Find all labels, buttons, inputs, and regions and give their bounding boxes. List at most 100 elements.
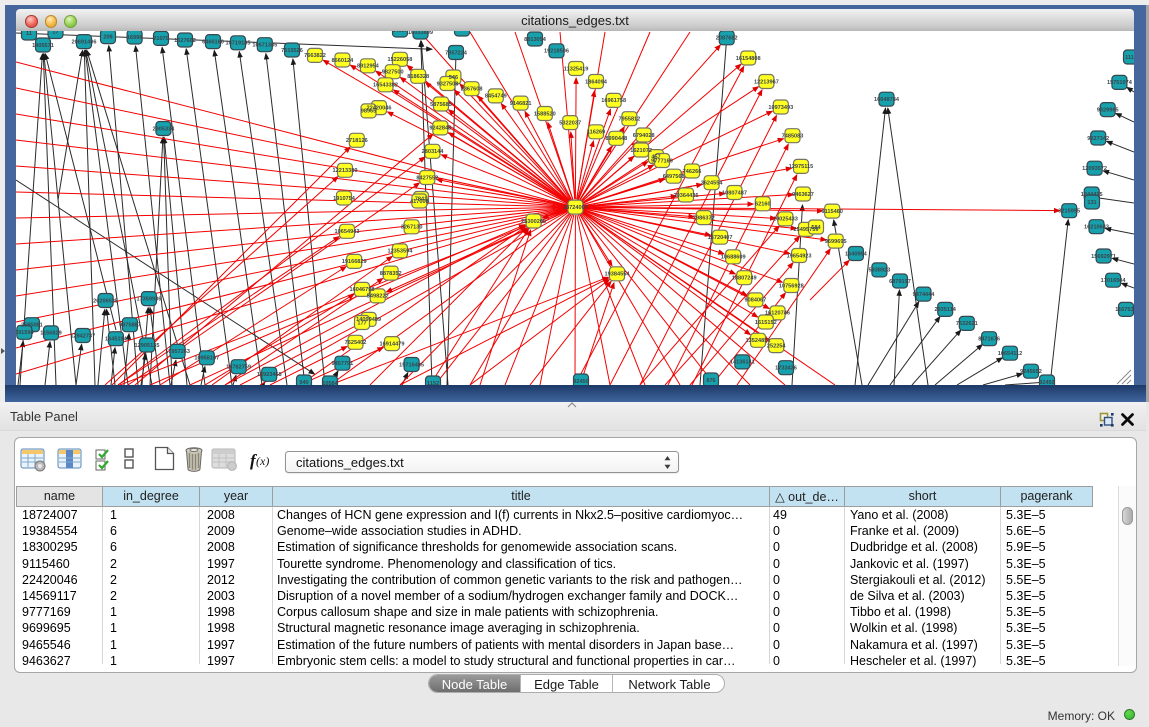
svg-text:10719185: 10719185 (226, 41, 251, 47)
svg-text:9227342: 9227342 (1087, 136, 1109, 142)
svg-text:1864094: 1864094 (585, 79, 608, 85)
svg-text:7485083: 7485083 (782, 134, 804, 140)
svg-text:(x): (x) (256, 454, 269, 468)
svg-text:8660124: 8660124 (332, 58, 355, 64)
svg-text:8454749: 8454749 (485, 94, 507, 100)
svg-text:16914479: 16914479 (380, 341, 405, 347)
svg-text:7357224: 7357224 (445, 50, 468, 56)
svg-text:1733426: 1733426 (775, 366, 797, 372)
svg-text:10025433: 10025433 (773, 217, 798, 223)
svg-text:1615152: 1615152 (755, 320, 777, 326)
svg-text:2803144: 2803144 (422, 149, 445, 155)
svg-text:10654943: 10654943 (335, 229, 360, 235)
svg-text:2087682: 2087682 (716, 36, 738, 42)
svg-text:20206535: 20206535 (93, 298, 118, 304)
svg-text:8186328: 8186328 (407, 74, 429, 80)
svg-text:3624554: 3624554 (701, 181, 724, 187)
svg-text:9329965: 9329965 (1097, 107, 1119, 113)
svg-text:17016504: 17016504 (1101, 278, 1127, 284)
svg-text:1244415: 1244415 (1081, 192, 1103, 198)
svg-text:19218506: 19218506 (544, 49, 569, 55)
svg-text:12213389: 12213389 (333, 168, 358, 174)
svg-text:20691406: 20691406 (72, 39, 97, 45)
svg-text:16033809: 16033809 (408, 31, 433, 36)
svg-text:10688609: 10688609 (721, 255, 746, 261)
svg-text:7986372: 7986372 (693, 215, 715, 221)
svg-text:12942737: 12942737 (70, 333, 95, 339)
svg-text:1405571: 1405571 (32, 43, 54, 49)
svg-text:15720407: 15720407 (708, 235, 733, 241)
svg-text:14937: 14937 (392, 31, 408, 34)
svg-text:15226058: 15226058 (387, 57, 412, 63)
svg-text:1156829: 1156829 (40, 331, 61, 337)
svg-text:17957263: 17957263 (165, 349, 190, 355)
svg-text:9146821: 9146821 (510, 101, 532, 107)
svg-text:12923468: 12923468 (257, 372, 282, 378)
svg-text:8427552: 8427552 (416, 175, 438, 181)
svg-text:6466160: 6466160 (202, 39, 224, 45)
svg-text:6794028: 6794028 (633, 133, 655, 139)
svg-text:15751074: 15751074 (1107, 80, 1133, 86)
svg-text:19166829: 19166829 (342, 259, 367, 265)
svg-text:3267130: 3267130 (401, 225, 423, 231)
svg-text:7663822: 7663822 (304, 53, 326, 59)
svg-text:16648784: 16648784 (874, 97, 900, 103)
svg-text:5938923: 5938923 (869, 268, 891, 274)
svg-text:92450: 92450 (1039, 380, 1055, 385)
svg-text:7515526: 7515526 (281, 48, 303, 54)
svg-text:1588520: 1588520 (534, 111, 556, 117)
svg-text:21070: 21070 (153, 36, 169, 42)
svg-text:16154808: 16154808 (736, 56, 761, 62)
svg-text:16543382: 16543382 (373, 83, 398, 89)
svg-text:5498222: 5498222 (367, 294, 389, 300)
svg-text:2718126: 2718126 (346, 138, 368, 144)
svg-text:1117: 1117 (1125, 55, 1134, 61)
svg-text:12975115: 12975115 (789, 164, 814, 170)
svg-text:9827500: 9827500 (382, 70, 404, 76)
svg-text:10958107: 10958107 (194, 356, 219, 362)
svg-text:391594: 391594 (16, 330, 35, 336)
svg-text:12213967: 12213967 (754, 79, 779, 85)
svg-text:9463627: 9463627 (792, 192, 814, 198)
svg-text:177: 177 (357, 320, 366, 326)
svg-text:12353594: 12353594 (387, 249, 413, 255)
svg-text:7625402: 7625402 (345, 340, 367, 346)
svg-text:9245652: 9245652 (1020, 369, 1042, 375)
svg-text:10756928: 10756928 (779, 283, 804, 289)
svg-text:1152: 1152 (427, 381, 439, 385)
svg-text:20364436: 20364436 (674, 193, 699, 199)
svg-text:14136141: 14136141 (730, 360, 755, 366)
svg-text:746266: 746266 (683, 169, 702, 175)
svg-text:18724007: 18724007 (563, 205, 588, 211)
svg-text:18807249: 18807249 (732, 276, 757, 282)
svg-text:1167533: 1167533 (1115, 307, 1134, 313)
svg-text:417008: 417008 (410, 199, 429, 205)
svg-text:2935114: 2935114 (934, 307, 956, 313)
svg-text:8878352: 8878352 (380, 271, 402, 277)
svg-text:9474444: 9474444 (913, 292, 936, 298)
svg-text:11325419: 11325419 (564, 66, 589, 72)
svg-text:940: 940 (299, 380, 308, 385)
svg-text:546: 546 (449, 75, 458, 81)
svg-text:8471676: 8471676 (978, 337, 1000, 343)
svg-text:19654923: 19654923 (787, 253, 812, 259)
svg-text:9699695: 9699695 (825, 239, 847, 245)
svg-text:8990448: 8990448 (605, 136, 627, 142)
svg-text:7955812: 7955812 (619, 117, 641, 123)
svg-text:9327508: 9327508 (437, 81, 459, 87)
svg-text:16782759: 16782759 (226, 365, 251, 371)
svg-text:10973493: 10973493 (768, 105, 793, 111)
svg-text:1527602: 1527602 (174, 38, 196, 44)
svg-text:6497568: 6497568 (663, 174, 685, 180)
svg-text:584: 584 (811, 225, 821, 231)
svg-text:9242848: 9242848 (429, 126, 451, 132)
svg-text:2905334: 2905334 (153, 126, 176, 132)
svg-text:8813054: 8813054 (524, 37, 547, 43)
svg-text:11: 11 (26, 31, 32, 37)
svg-text:131: 131 (1087, 200, 1096, 206)
svg-text:1910754: 1910754 (333, 196, 356, 202)
svg-text:16120746: 16120746 (765, 311, 790, 317)
svg-text:2367608: 2367608 (461, 87, 483, 93)
svg-text:17: 17 (52, 31, 58, 35)
svg-text:19384554: 19384554 (605, 272, 631, 278)
